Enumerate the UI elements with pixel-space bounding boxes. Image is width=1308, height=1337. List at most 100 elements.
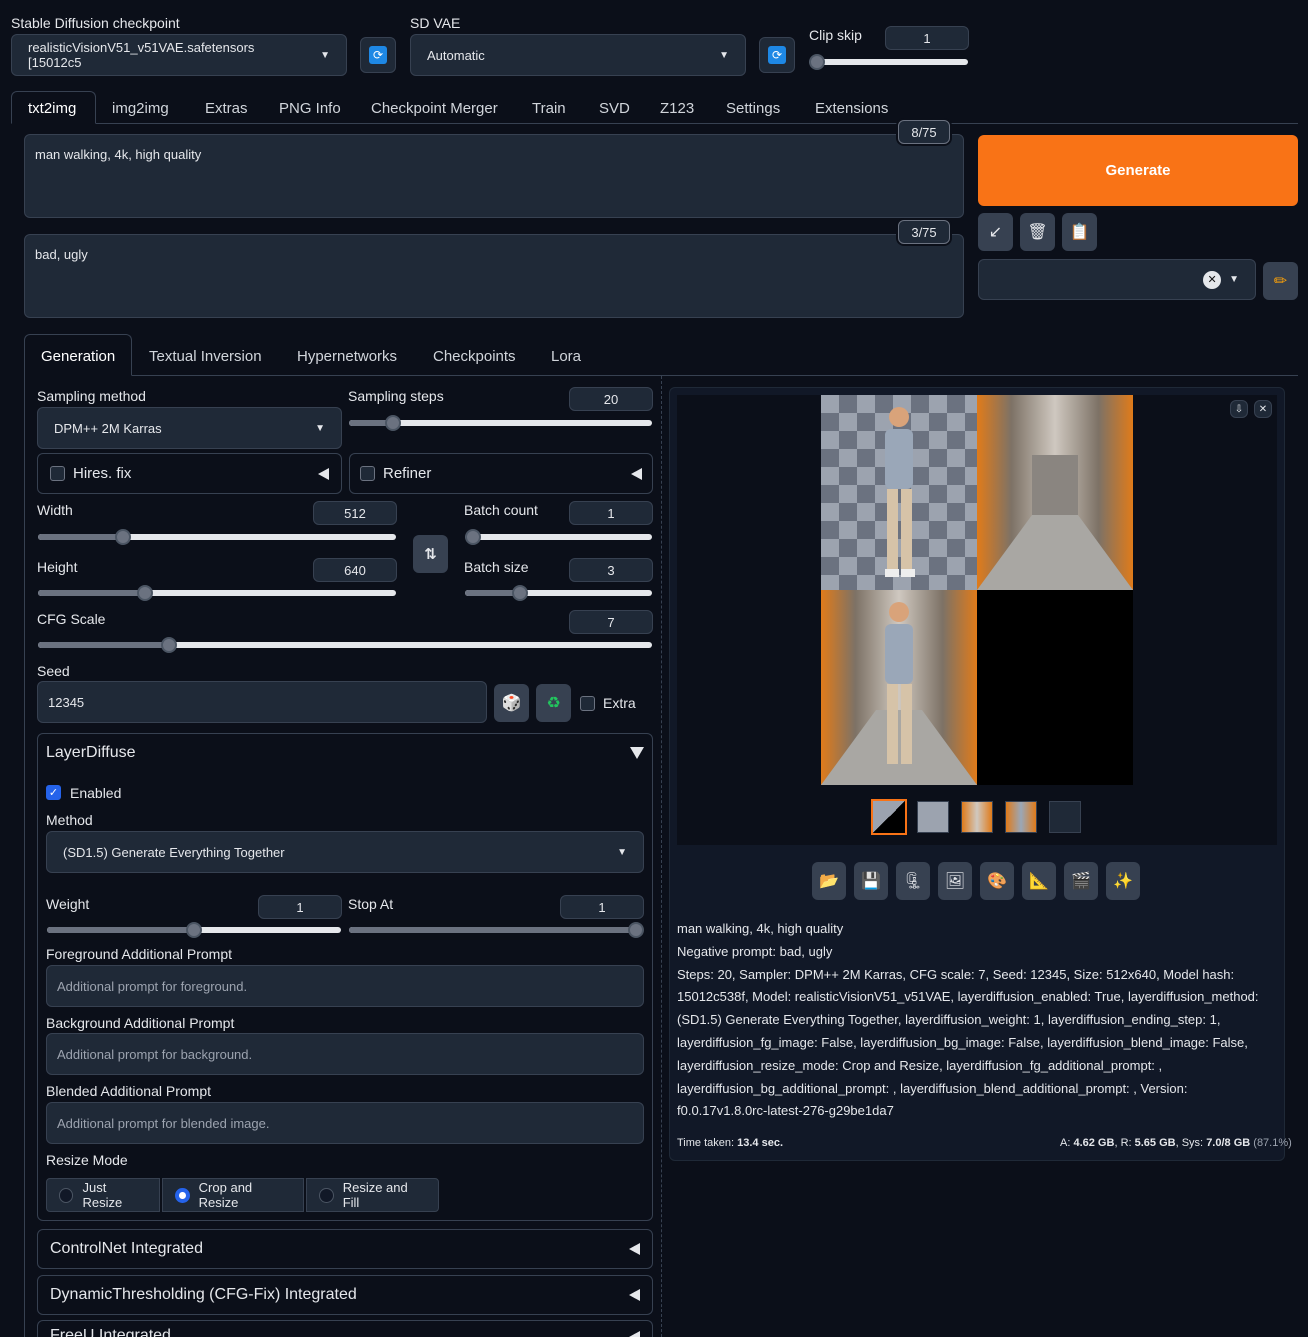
bg-prompt-input[interactable]: Additional prompt for background. xyxy=(46,1033,644,1075)
slider-thumb[interactable] xyxy=(465,529,481,545)
tab-png-info[interactable]: PNG Info xyxy=(279,100,341,117)
output-image-blended[interactable] xyxy=(821,590,977,785)
thumbnail-foreground[interactable] xyxy=(917,801,949,833)
swap-dimensions-button[interactable]: ⇅ xyxy=(413,535,448,573)
open-folder-button[interactable]: 📂 xyxy=(812,862,846,900)
send-to-inpaint-button[interactable]: 🎨 xyxy=(980,862,1014,900)
tab-extras[interactable]: Extras xyxy=(205,100,248,117)
slider-thumb[interactable] xyxy=(385,415,401,431)
negative-prompt-input[interactable]: bad, ugly xyxy=(24,234,964,318)
clip-skip-slider[interactable] xyxy=(809,54,968,70)
controlnet-accordion[interactable]: ControlNet Integrated xyxy=(37,1229,653,1269)
slider-thumb[interactable] xyxy=(137,585,153,601)
send-to-svd-button[interactable]: 🎬 xyxy=(1064,862,1098,900)
slider-thumb[interactable] xyxy=(512,585,528,601)
thumbnail-blended[interactable] xyxy=(1005,801,1037,833)
output-image-empty[interactable] xyxy=(977,590,1133,785)
refresh-vae-button[interactable]: ⟳ xyxy=(759,37,795,73)
stop-at-slider[interactable] xyxy=(349,922,644,938)
width-slider[interactable] xyxy=(38,529,396,545)
thumbnail-mask[interactable] xyxy=(1049,801,1081,833)
tab-img2img[interactable]: img2img xyxy=(112,100,169,117)
subtab-hypernetworks[interactable]: Hypernetworks xyxy=(297,348,397,365)
hires-fix-checkbox[interactable] xyxy=(50,466,65,481)
sparkle-button[interactable]: ✨ xyxy=(1106,862,1140,900)
seed-input[interactable]: 12345 xyxy=(37,681,487,723)
edit-styles-button[interactable]: ✏ xyxy=(1263,262,1298,300)
slider-thumb[interactable] xyxy=(115,529,131,545)
slider-thumb[interactable] xyxy=(809,54,825,70)
radio-resize-and-fill[interactable]: Resize and Fill xyxy=(306,1178,439,1212)
subtab-textual-inversion[interactable]: Textual Inversion xyxy=(149,348,262,365)
fg-prompt-input[interactable]: Additional prompt for foreground. xyxy=(46,965,644,1007)
thumbnail-grid[interactable] xyxy=(871,799,907,835)
refiner-checkbox[interactable] xyxy=(360,466,375,481)
save-button[interactable]: 💾 xyxy=(854,862,888,900)
slider-thumb[interactable] xyxy=(161,637,177,653)
output-image-foreground[interactable] xyxy=(821,395,977,590)
sampling-steps-slider[interactable] xyxy=(349,415,652,431)
method-dropdown[interactable]: (SD1.5) Generate Everything Together ▼ xyxy=(46,831,644,873)
tab-settings[interactable]: Settings xyxy=(726,100,780,117)
batch-count-input[interactable]: 1 xyxy=(569,501,653,525)
dynamic-thresholding-accordion[interactable]: DynamicThresholding (CFG-Fix) Integrated xyxy=(37,1275,653,1315)
radio-indicator[interactable] xyxy=(59,1187,74,1203)
random-seed-button[interactable]: 🎲 xyxy=(494,684,529,722)
sampling-steps-input[interactable]: 20 xyxy=(569,387,653,411)
zip-button[interactable]: 🗜 xyxy=(896,862,930,900)
extra-seed-checkbox[interactable] xyxy=(580,696,595,711)
freeu-accordion[interactable]: FreeU Integrated xyxy=(37,1320,653,1337)
slider-thumb[interactable] xyxy=(186,922,202,938)
paste-button[interactable]: 📋 xyxy=(1062,213,1097,251)
radio-just-resize[interactable]: Just Resize xyxy=(46,1178,160,1212)
subtab-checkpoints[interactable]: Checkpoints xyxy=(433,348,516,365)
close-gallery-button[interactable]: ✕ xyxy=(1254,400,1272,418)
slider-thumb[interactable] xyxy=(628,922,644,938)
send-to-extras-button[interactable]: 📐 xyxy=(1022,862,1056,900)
tab-extensions[interactable]: Extensions xyxy=(815,100,888,117)
subtab-generation[interactable]: Generation xyxy=(41,348,115,365)
cfg-scale-slider[interactable] xyxy=(38,637,652,653)
clear-prompt-button[interactable]: 🗑 xyxy=(1020,213,1055,251)
height-input[interactable]: 640 xyxy=(313,558,397,582)
height-slider[interactable] xyxy=(38,585,396,601)
send-to-img2img-button[interactable]: 🖼 xyxy=(938,862,972,900)
output-image-background[interactable] xyxy=(977,395,1133,590)
subtab-lora[interactable]: Lora xyxy=(551,348,581,365)
refiner-accordion[interactable]: Refiner xyxy=(349,453,653,494)
sampling-method-dropdown[interactable]: DPM++ 2M Karras ▼ xyxy=(37,407,342,449)
radio-crop-and-resize[interactable]: Crop and Resize xyxy=(162,1178,304,1212)
clear-icon[interactable]: ✕ xyxy=(1203,270,1222,289)
reuse-seed-button[interactable]: ♻ xyxy=(536,684,571,722)
weight-input[interactable]: 1 xyxy=(258,895,342,919)
styles-dropdown[interactable]: ✕ ▼ xyxy=(978,259,1256,300)
expand-icon[interactable] xyxy=(630,747,644,759)
clip-skip-input[interactable]: 1 xyxy=(885,26,969,50)
thumbnail-background[interactable] xyxy=(961,801,993,833)
radio-indicator[interactable] xyxy=(175,1187,190,1203)
generate-button[interactable]: Generate xyxy=(978,135,1298,206)
tab-svd[interactable]: SVD xyxy=(599,100,630,117)
stop-at-input[interactable]: 1 xyxy=(560,895,644,919)
tab-checkpoint-merger[interactable]: Checkpoint Merger xyxy=(371,100,498,117)
vae-dropdown[interactable]: Automatic ▼ xyxy=(410,34,746,76)
batch-size-slider[interactable] xyxy=(465,585,652,601)
refresh-checkpoint-button[interactable]: ⟳ xyxy=(360,37,396,73)
tab-txt2img[interactable]: txt2img xyxy=(28,100,76,117)
read-params-button[interactable]: ↙ xyxy=(978,213,1013,251)
radio-indicator[interactable] xyxy=(319,1187,334,1203)
checkpoint-dropdown[interactable]: realisticVisionV51_v51VAE.safetensors [1… xyxy=(11,34,347,76)
tab-z123[interactable]: Z123 xyxy=(660,100,694,117)
batch-size-input[interactable]: 3 xyxy=(569,558,653,582)
weight-slider[interactable] xyxy=(47,922,341,938)
tab-train[interactable]: Train xyxy=(532,100,566,117)
batch-count-slider[interactable] xyxy=(465,529,652,545)
width-input[interactable]: 512 xyxy=(313,501,397,525)
layerdiffuse-title[interactable]: LayerDiffuse xyxy=(46,744,136,762)
blend-prompt-input[interactable]: Additional prompt for blended image. xyxy=(46,1102,644,1144)
hires-fix-accordion[interactable]: Hires. fix xyxy=(37,453,342,494)
positive-prompt-input[interactable]: man walking, 4k, high quality xyxy=(24,134,964,218)
download-button[interactable]: ⇩ xyxy=(1230,400,1248,418)
cfg-scale-input[interactable]: 7 xyxy=(569,610,653,634)
layerdiffuse-enabled-checkbox[interactable]: ✓ xyxy=(46,785,61,800)
